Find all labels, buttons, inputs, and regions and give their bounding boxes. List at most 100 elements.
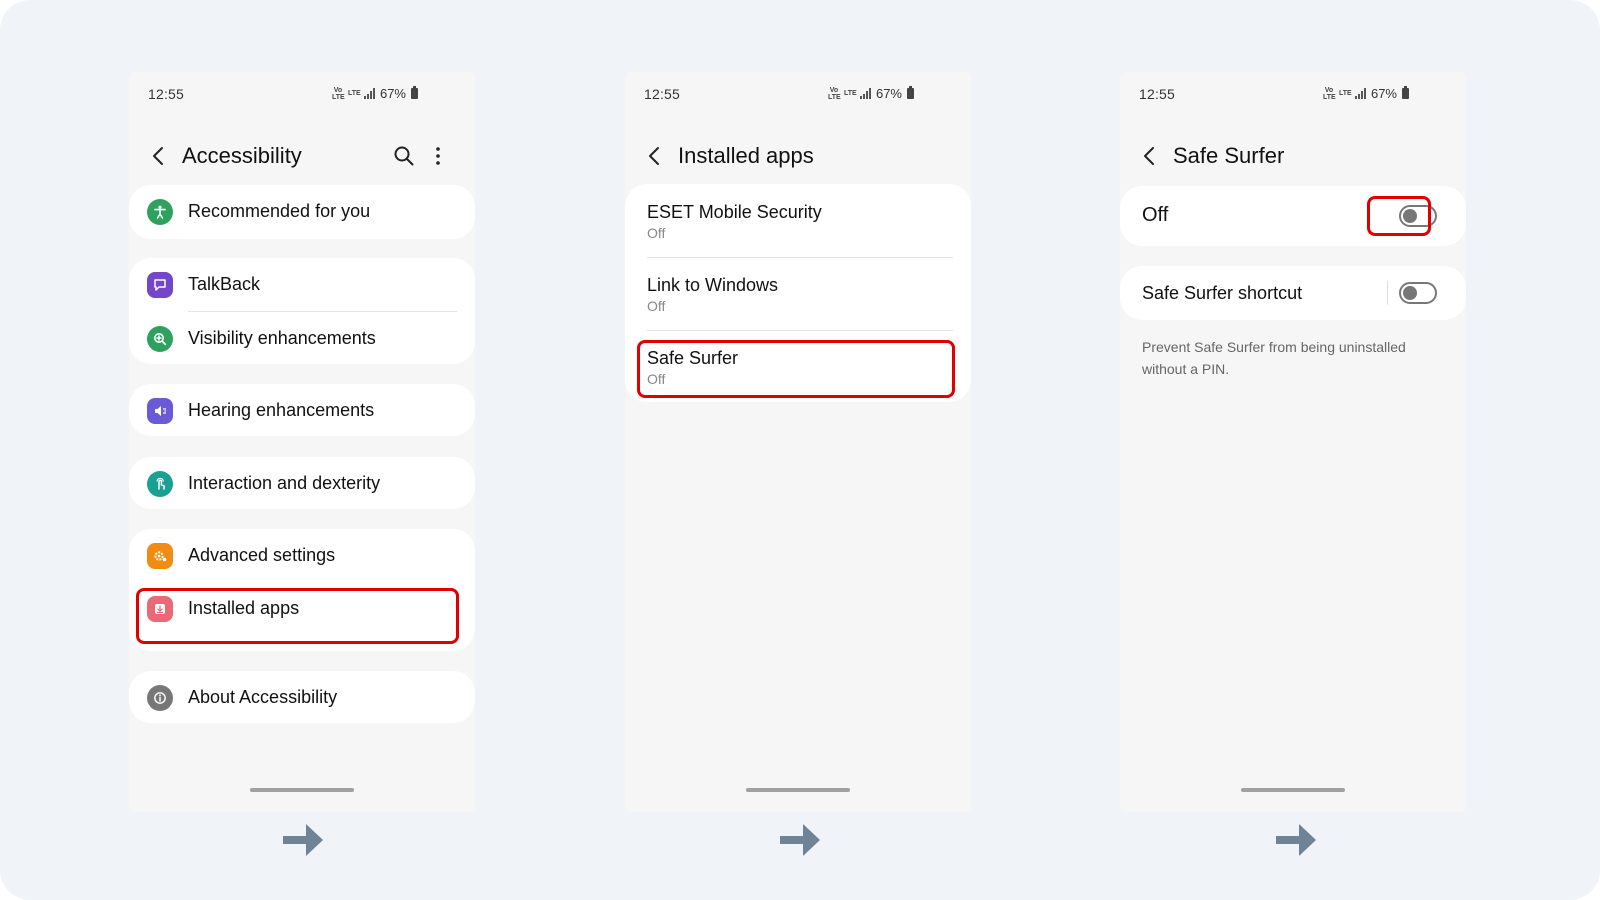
app-bar: Installed apps — [625, 136, 971, 176]
status-time: 12:55 — [1139, 86, 1176, 102]
status-icons: Vo LTE LTE 67% — [332, 86, 418, 101]
settings-group: Hearing enhancements — [129, 384, 475, 436]
menu-item-installed-apps[interactable]: Installed apps — [129, 582, 475, 634]
back-button[interactable] — [1138, 144, 1162, 168]
signal-icon — [1354, 88, 1367, 99]
home-indicator[interactable] — [746, 788, 850, 792]
shortcut-card[interactable]: Safe Surfer shortcut — [1120, 266, 1466, 320]
app-status: Off — [647, 225, 666, 241]
help-text: Prevent Safe Surfer from being uninstall… — [1142, 339, 1406, 377]
app-item-eset[interactable]: ESET Mobile Security Off — [625, 184, 971, 256]
menu-item-talkback[interactable]: TalkBack — [129, 258, 475, 310]
settings-group: Interaction and dexterity — [129, 457, 475, 509]
volte-icon: Vo LTE — [827, 86, 841, 101]
shortcut-label: Safe Surfer shortcut — [1142, 283, 1303, 303]
volte-icon: Vo LTE — [1322, 86, 1336, 101]
menu-item-recommended[interactable]: Recommended for you — [129, 185, 475, 237]
battery-icon — [411, 86, 418, 99]
main-toggle-switch[interactable] — [1399, 205, 1437, 227]
more-options-button[interactable] — [426, 144, 450, 168]
menu-item-label: TalkBack — [188, 274, 261, 294]
settings-group: Advanced settings Installed apps — [129, 529, 475, 651]
menu-item-label: Interaction and dexterity — [188, 473, 381, 493]
back-button[interactable] — [147, 144, 171, 168]
status-time: 12:55 — [644, 86, 681, 102]
lte-icon: LTE — [347, 90, 361, 97]
app-name: Link to Windows — [647, 275, 779, 295]
app-item-safe-surfer[interactable]: Safe Surfer Off — [625, 330, 971, 402]
app-bar: Safe Surfer — [1120, 136, 1466, 176]
menu-item-label: Advanced settings — [188, 545, 336, 565]
battery-icon — [1402, 86, 1409, 99]
app-name: Safe Surfer — [647, 348, 739, 368]
page-title: Accessibility — [182, 143, 302, 168]
chevron-left-icon — [649, 147, 659, 165]
toggle-knob — [1403, 209, 1417, 223]
battery-percent: 67% — [379, 86, 406, 101]
app-item-link-to-windows[interactable]: Link to Windows Off — [625, 257, 971, 329]
search-button[interactable] — [392, 144, 416, 168]
battery-icon — [907, 86, 914, 99]
lte-icon: LTE — [843, 90, 857, 97]
menu-item-about[interactable]: About Accessibility — [129, 671, 475, 723]
phone-screen-installed-apps: 12:55 Vo LTE LTE 67% Installed apps ESET … — [625, 72, 971, 812]
phone-screen-accessibility: 12:55 Vo LTE LTE 67% Accessibility Recom… — [129, 72, 475, 812]
back-button[interactable] — [643, 144, 667, 168]
toggle-knob — [1403, 286, 1417, 300]
arrow-right-icon — [777, 818, 823, 862]
menu-item-hearing[interactable]: Hearing enhancements — [129, 384, 475, 436]
accessibility-person-icon — [147, 199, 173, 225]
shortcut-toggle-switch[interactable] — [1399, 282, 1437, 304]
installed-apps-list: ESET Mobile Security Off Link to Windows… — [625, 184, 971, 402]
menu-item-label: Hearing enhancements — [188, 400, 375, 420]
home-indicator[interactable] — [250, 788, 354, 792]
menu-item-label: Visibility enhancements — [188, 328, 376, 348]
gear-icon — [147, 543, 173, 569]
main-switch-card[interactable]: Off — [1120, 186, 1466, 246]
arrow-right-icon — [280, 818, 326, 862]
settings-group: TalkBack Visibility enhancements — [129, 258, 475, 364]
signal-icon — [859, 88, 872, 99]
chevron-left-icon — [1144, 147, 1154, 165]
app-status: Off — [647, 371, 666, 387]
battery-percent: 67% — [1370, 86, 1397, 101]
status-bar: 12:55 Vo LTE LTE 67% — [625, 86, 971, 106]
volte-icon: Vo LTE — [331, 86, 345, 101]
app-status: Off — [647, 298, 666, 314]
more-vert-icon — [436, 147, 440, 165]
app-name: ESET Mobile Security — [647, 202, 822, 222]
info-icon — [147, 685, 173, 711]
menu-item-interaction[interactable]: Interaction and dexterity — [129, 457, 475, 509]
menu-item-visibility[interactable]: Visibility enhancements — [129, 312, 475, 364]
status-icons: Vo LTE LTE 67% — [828, 86, 914, 101]
tutorial-frame: 12:55 Vo LTE LTE 67% Accessibility Recom… — [0, 0, 1600, 900]
menu-item-label: Recommended for you — [188, 201, 371, 221]
menu-item-advanced-settings[interactable]: Advanced settings — [129, 529, 475, 581]
search-icon — [394, 146, 414, 166]
home-indicator[interactable] — [1241, 788, 1345, 792]
signal-icon — [363, 88, 376, 99]
status-time: 12:55 — [148, 86, 185, 102]
chevron-left-icon — [153, 147, 163, 165]
battery-percent: 67% — [875, 86, 902, 101]
menu-item-label: Installed apps — [188, 598, 300, 618]
page-title: Safe Surfer — [1173, 143, 1285, 168]
page-title: Installed apps — [678, 143, 814, 168]
app-bar: Accessibility — [129, 136, 475, 176]
status-icons: Vo LTE LTE 67% — [1323, 86, 1409, 101]
touch-icon — [147, 471, 173, 497]
zoom-in-icon — [147, 326, 173, 352]
settings-group: Recommended for you — [129, 185, 475, 239]
arrow-right-icon — [1273, 818, 1319, 862]
menu-item-label: About Accessibility — [188, 687, 338, 707]
settings-group: About Accessibility — [129, 671, 475, 723]
main-switch-label: Off — [1142, 204, 1169, 226]
phone-screen-safe-surfer: 12:55 Vo LTE LTE 67% Safe Surfer Off Safe… — [1120, 72, 1466, 812]
status-bar: 12:55 Vo LTE LTE 67% — [129, 86, 475, 106]
chat-bubble-icon — [147, 272, 173, 298]
download-icon — [147, 596, 173, 622]
volume-icon — [147, 398, 173, 424]
status-bar: 12:55 Vo LTE LTE 67% — [1120, 86, 1466, 106]
lte-icon: LTE — [1338, 90, 1352, 97]
divider — [1387, 281, 1388, 305]
